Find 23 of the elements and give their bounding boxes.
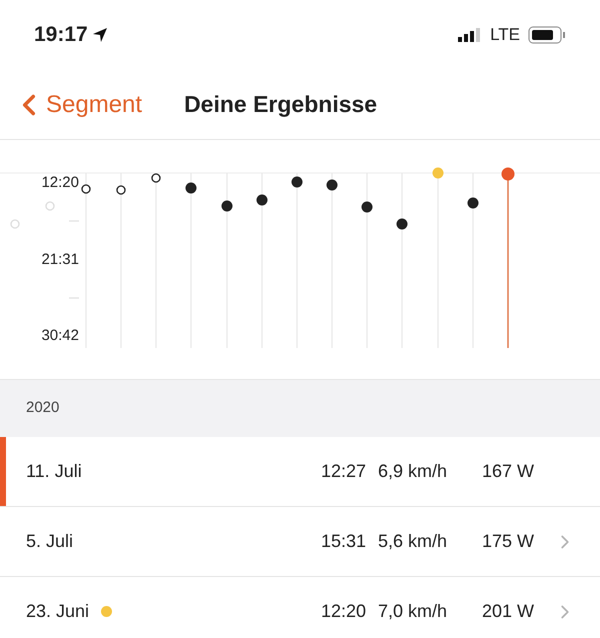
result-date: 23. Juni bbox=[26, 600, 90, 623]
network-label: LTE bbox=[490, 24, 520, 46]
result-power: 167 W bbox=[482, 460, 536, 483]
result-time: 12:20 bbox=[320, 600, 366, 623]
result-power: 175 W bbox=[482, 530, 536, 553]
result-row[interactable]: 11. Juli 12:27 6,9 km/h 167 W bbox=[0, 437, 600, 507]
result-speed: 7,0 km/h bbox=[378, 600, 448, 623]
clock: 19:17 bbox=[34, 22, 88, 48]
signal-icon bbox=[458, 28, 482, 42]
result-date: 11. Juli bbox=[26, 460, 82, 483]
result-time: 12:27 bbox=[320, 460, 366, 483]
result-date: 5. Juli bbox=[26, 530, 74, 553]
location-arrow-icon bbox=[92, 27, 108, 43]
result-power: 201 W bbox=[482, 600, 536, 623]
battery-icon bbox=[528, 26, 566, 44]
result-row[interactable]: 5. Juli 15:31 5,6 km/h 175 W bbox=[0, 507, 600, 577]
result-row[interactable]: 23. Juni 12:20 7,0 km/h 201 W bbox=[0, 577, 600, 638]
result-speed: 5,6 km/h bbox=[378, 530, 448, 553]
result-time: 15:31 bbox=[320, 530, 366, 553]
section-header: 2020 bbox=[0, 380, 600, 437]
back-button[interactable]: Segment bbox=[12, 86, 142, 122]
result-speed: 6,9 km/h bbox=[378, 460, 448, 483]
page-title: Deine Ergebnisse bbox=[184, 90, 378, 120]
